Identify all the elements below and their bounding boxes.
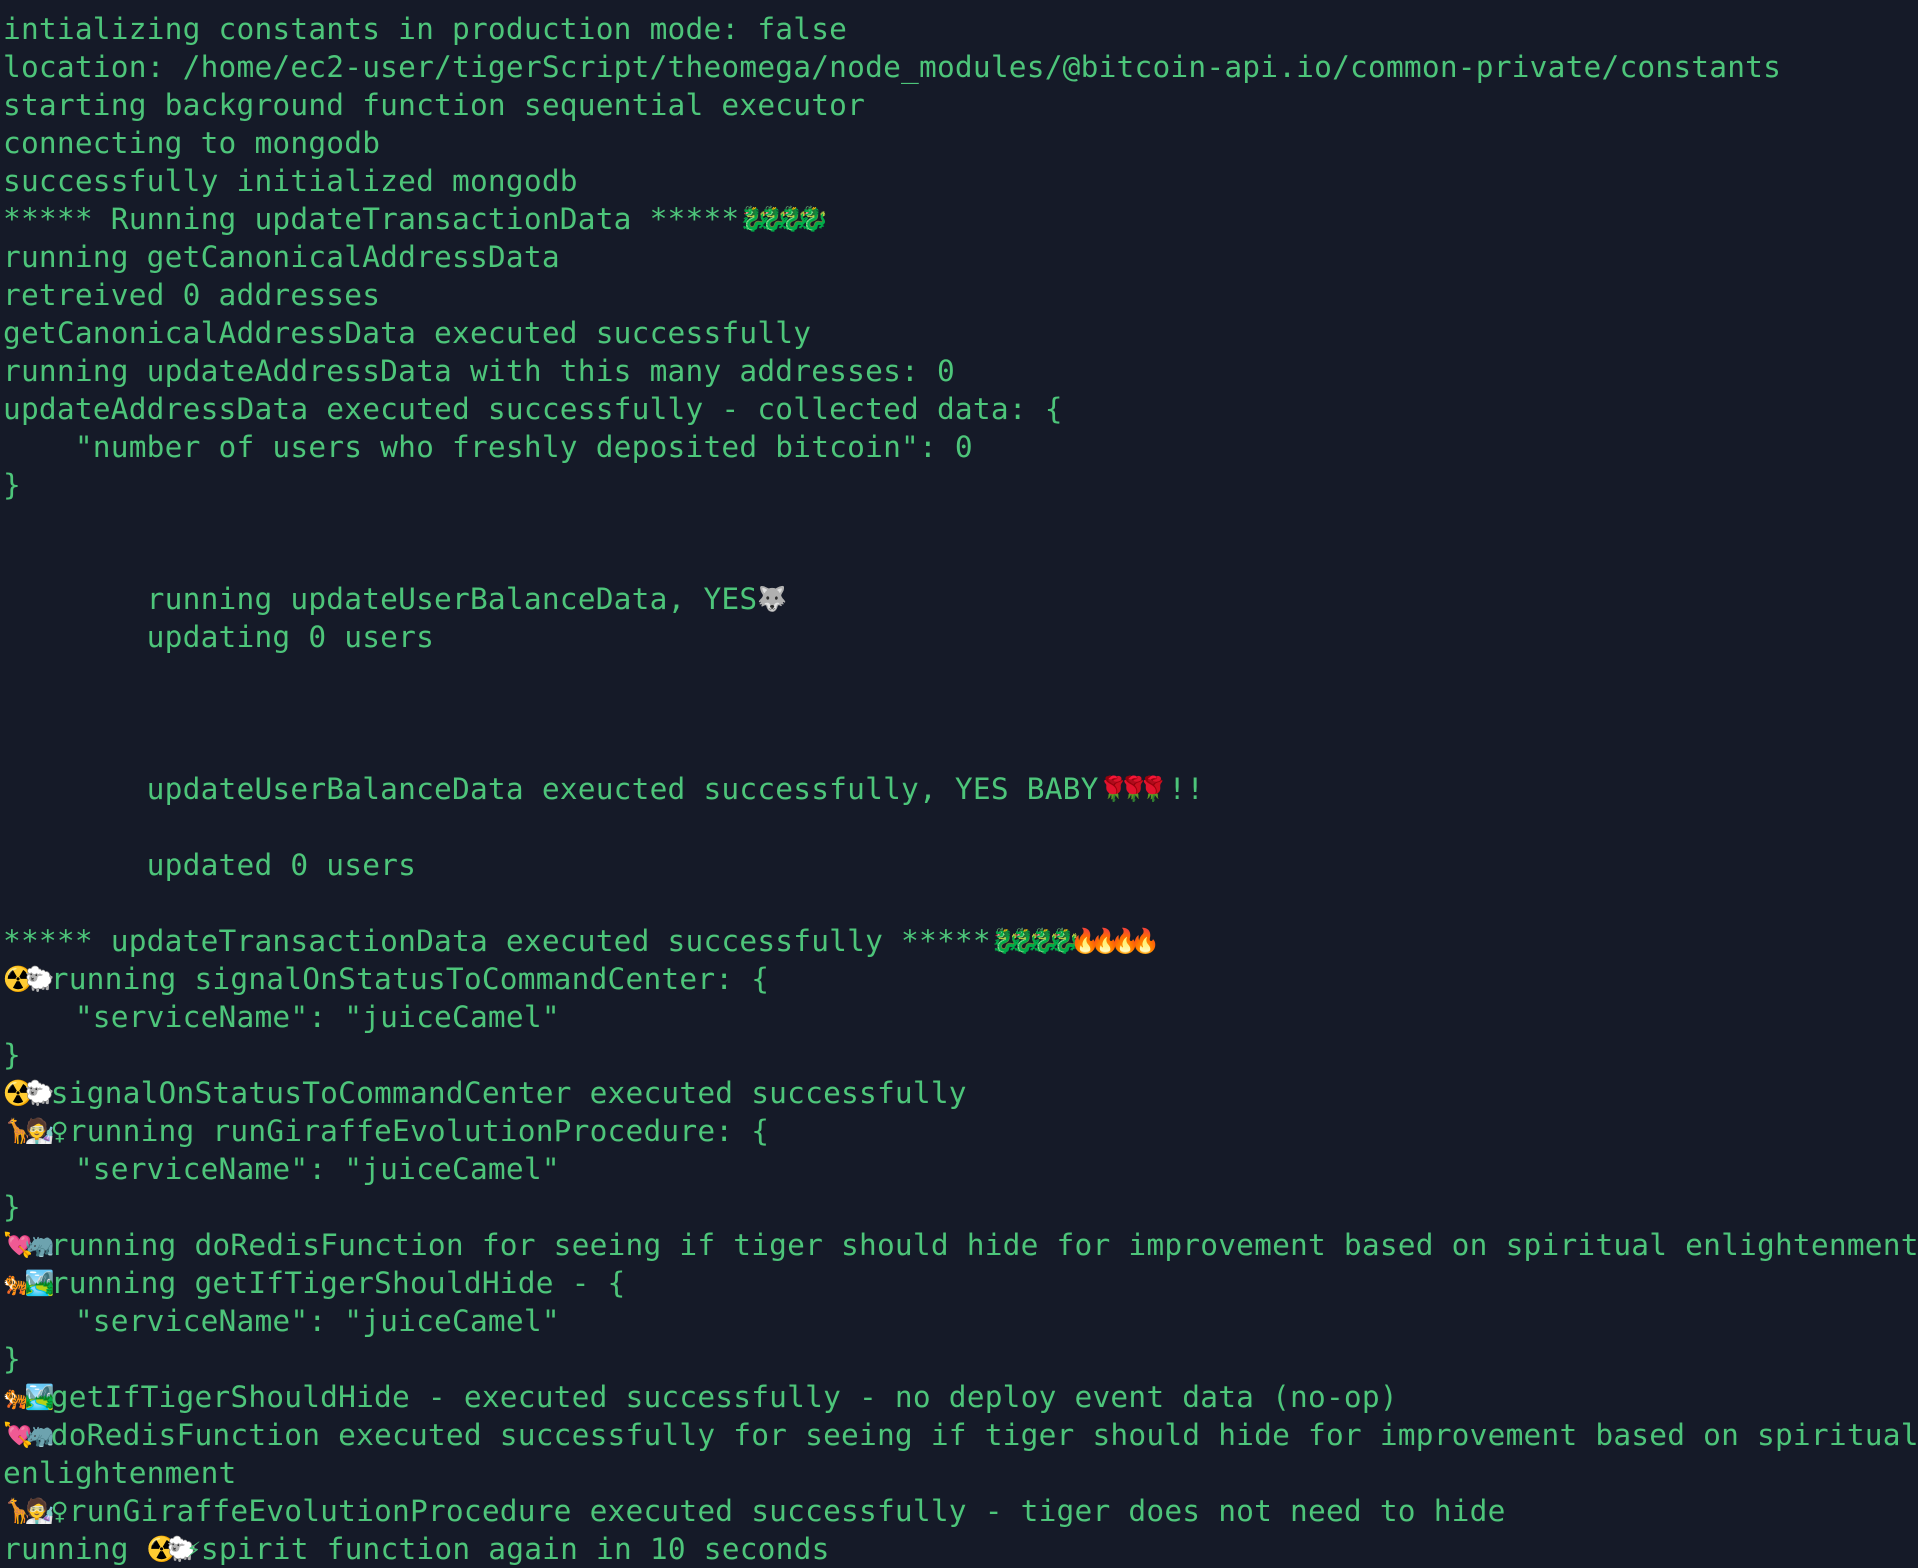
line-prefix-emoji-icon: ☢️🐑 xyxy=(3,965,55,993)
line-text: getIfTigerShouldHide - executed successf… xyxy=(50,1380,1398,1414)
terminal-line: ***** Running updateTransactionData ****… xyxy=(3,200,1918,238)
line-text: } xyxy=(3,1038,21,1072)
line-text: retreived 0 addresses xyxy=(3,278,381,312)
line-text: } xyxy=(3,1190,21,1224)
line-text: updateUserBalanceData exeucted successfu… xyxy=(3,772,1099,806)
line-text: ♀running runGiraffeEvolutionProcedure: { xyxy=(50,1114,770,1148)
terminal-line: running getCanonicalAddressData xyxy=(3,238,1918,276)
terminal-line: "serviceName": "juiceCamel" xyxy=(3,998,1918,1036)
line-text: "serviceName": "juiceCamel" xyxy=(3,1000,560,1034)
line-suffix-emoji-icon: 🐺 xyxy=(757,585,787,613)
line-prefix-emoji-icon: 🦒🧑‍🔬 xyxy=(3,1497,55,1525)
line-text: running signalOnStatusToCommandCenter: { xyxy=(50,962,770,996)
terminal-line: location: /home/ec2-user/tigerScript/the… xyxy=(3,48,1918,86)
line-text: getCanonicalAddressData executed success… xyxy=(3,316,812,350)
line-text: "serviceName": "juiceCamel" xyxy=(3,1152,560,1186)
line-text: running updateUserBalanceData, YES xyxy=(3,582,758,616)
line-text: updated 0 users xyxy=(3,848,417,882)
terminal-line: ***** updateTransactionData executed suc… xyxy=(3,922,1918,960)
line-text: doRedisFunction executed successfully fo… xyxy=(50,1418,1918,1452)
line-suffix-emoji-icon: 🌹🌹🌹 xyxy=(1098,775,1169,803)
line-prefix-emoji-icon: 🐅🏞️ xyxy=(3,1383,55,1411)
terminal-line: successfully initialized mongodb xyxy=(3,162,1918,200)
terminal-line: 🐅🏞️ getIfTigerShouldHide - executed succe… xyxy=(3,1378,1918,1416)
terminal-line: 💘🦏 doRedisFunction executed successfully … xyxy=(3,1416,1918,1454)
line-text: } xyxy=(3,1342,21,1376)
terminal-line: updating 0 users xyxy=(3,618,1918,656)
terminal-line: enlightenment xyxy=(3,1454,1918,1492)
terminal-line: updateAddressData executed successfully … xyxy=(3,390,1918,428)
line-text: ***** updateTransactionData executed suc… xyxy=(3,924,991,958)
terminal-line: 🦒🧑‍🔬 ♀running runGiraffeEvolutionProcedur… xyxy=(3,1112,1918,1150)
terminal-line: } xyxy=(3,1036,1918,1074)
terminal-line: starting background function sequential … xyxy=(3,86,1918,124)
line-text: running xyxy=(3,1532,147,1566)
terminal-output[interactable]: intializing constants in production mode… xyxy=(0,0,1918,1566)
line-text: ♀runGiraffeEvolutionProcedure executed s… xyxy=(50,1494,1506,1528)
line-text: ***** Running updateTransactionData ****… xyxy=(3,202,740,236)
terminal-line: updated 0 users xyxy=(3,846,1918,884)
line-prefix-emoji-icon: 🦒🧑‍🔬 xyxy=(3,1117,55,1145)
line-suffix-emoji-icon: ☢️🐑⚡ xyxy=(146,1535,201,1563)
terminal-line: } xyxy=(3,466,1918,504)
line-text: running getIfTigerShouldHide - { xyxy=(50,1266,626,1300)
line-text: location: /home/ec2-user/tigerScript/the… xyxy=(3,50,1782,84)
line-text: signalOnStatusToCommandCenter executed s… xyxy=(50,1076,967,1110)
line-text: successfully initialized mongodb xyxy=(3,164,578,198)
line-text: connecting to mongodb xyxy=(3,126,381,160)
line-prefix-emoji-icon: 🐅🏞️ xyxy=(3,1269,55,1297)
terminal-line: ☢️🐑 signalOnStatusToCommandCenter execute… xyxy=(3,1074,1918,1112)
terminal-line: getCanonicalAddressData executed success… xyxy=(3,314,1918,352)
line-prefix-emoji-icon: ☢️🐑 xyxy=(3,1079,55,1107)
terminal-line: updateUserBalanceData exeucted successfu… xyxy=(3,770,1918,808)
terminal-line: 🦒🧑‍🔬 ♀runGiraffeEvolutionProcedure execut… xyxy=(3,1492,1918,1530)
line-text: "serviceName": "juiceCamel" xyxy=(3,1304,560,1338)
terminal-line: connecting to mongodb xyxy=(3,124,1918,162)
terminal-line: running updateAddressData with this many… xyxy=(3,352,1918,390)
line-suffix-text: spirit function again in 10 seconds xyxy=(200,1532,830,1566)
terminal-line: "number of users who freshly deposited b… xyxy=(3,428,1918,466)
terminal-line: ☢️🐑 running signalOnStatusToCommandCenter… xyxy=(3,960,1918,998)
line-text: updating 0 users xyxy=(3,620,435,654)
line-text: updateAddressData executed successfully … xyxy=(3,392,1063,426)
terminal-line: intializing constants in production mode… xyxy=(3,10,1918,48)
terminal-line: } xyxy=(3,1340,1918,1378)
terminal-line: } xyxy=(3,1188,1918,1226)
terminal-line: 🐅🏞️ running getIfTigerShouldHide - { xyxy=(3,1264,1918,1302)
terminal-line: running updateUserBalanceData, YES🐺 xyxy=(3,580,1918,618)
line-prefix-emoji-icon: 💘🦏 xyxy=(3,1421,55,1449)
line-text: intializing constants in production mode… xyxy=(3,12,848,46)
line-suffix-emoji-icon: 🐉🐉🐉🐉🔥🔥🔥🔥 xyxy=(990,927,1160,955)
line-text: } xyxy=(3,468,21,502)
line-text: "number of users who freshly deposited b… xyxy=(3,430,973,464)
line-prefix-emoji-icon: 💘🦏 xyxy=(3,1231,55,1259)
line-suffix-text: !! xyxy=(1168,772,1205,806)
line-text: running doRedisFunction for seeing if ti… xyxy=(50,1228,1918,1262)
line-text: starting background function sequential … xyxy=(3,88,866,122)
terminal-line: running ☢️🐑⚡ spirit function again in 10 … xyxy=(3,1530,1918,1568)
line-text: running updateAddressData with this many… xyxy=(3,354,955,388)
terminal-line: "serviceName": "juiceCamel" xyxy=(3,1302,1918,1340)
terminal-line: 💘🦏 running doRedisFunction for seeing if … xyxy=(3,1226,1918,1264)
line-text: running getCanonicalAddressData xyxy=(3,240,560,274)
terminal-line: retreived 0 addresses xyxy=(3,276,1918,314)
terminal-line: "serviceName": "juiceCamel" xyxy=(3,1150,1918,1188)
line-text: enlightenment xyxy=(3,1456,237,1490)
line-suffix-emoji-icon: 🐉🐉🐉🐉 xyxy=(739,205,828,233)
